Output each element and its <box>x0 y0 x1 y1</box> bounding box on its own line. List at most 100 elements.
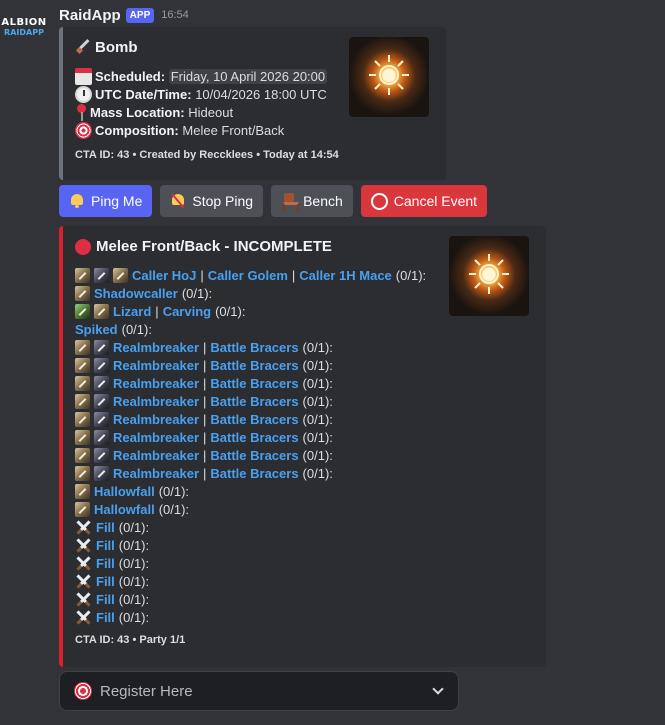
role-link[interactable]: Hallowfall <box>94 502 155 517</box>
role-link[interactable]: Caller Golem <box>208 268 288 283</box>
app-name[interactable]: RaidApp <box>59 7 121 24</box>
calendar-icon <box>75 67 92 85</box>
role-count: (0/1): <box>158 483 190 499</box>
separator: | <box>200 267 204 283</box>
role-link[interactable]: Realmbreaker <box>113 376 199 391</box>
role-link[interactable]: Fill <box>96 610 115 625</box>
ping-me-label: Ping Me <box>91 193 143 209</box>
cancel-event-button[interactable]: Cancel Event <box>360 185 488 217</box>
role-link[interactable]: Battle Bracers <box>210 394 298 409</box>
cta-id: CTA ID: 43 <box>75 149 130 161</box>
role-row: Realmbreaker | Battle Bracers (0/1): <box>75 338 333 356</box>
role-link[interactable]: Fill <box>96 520 115 535</box>
role-row: Hallowfall (0/1): <box>75 482 189 500</box>
avatar-text-top: ALBION <box>1 16 47 28</box>
item-icon <box>94 375 109 391</box>
pin-icon <box>75 103 87 121</box>
field-scheduled: Scheduled: Friday, 10 April 2026 20:00 <box>75 67 328 85</box>
role-link[interactable]: Hallowfall <box>94 484 155 499</box>
role-link[interactable]: Realmbreaker <box>113 394 199 409</box>
app-avatar[interactable]: ALBION RAIDAPP <box>1 14 47 40</box>
role-link[interactable]: Fill <box>96 574 115 589</box>
role-link[interactable]: Shadowcaller <box>94 286 178 301</box>
created-by: Created by Reccklees <box>139 149 254 161</box>
field-utc: UTC Date/Time: 10/04/2026 18:00 UTC <box>75 85 327 103</box>
field-composition: Composition: Melee Front/Back <box>75 121 284 139</box>
role-link[interactable]: Battle Bracers <box>210 358 298 373</box>
item-icon <box>94 447 109 463</box>
role-link[interactable]: Carving <box>163 304 211 319</box>
role-count: (0/1): <box>118 519 150 535</box>
event-title-text: Bomb <box>95 39 138 56</box>
role-link[interactable]: Fill <box>96 592 115 607</box>
field-label: Mass Location: <box>90 104 185 120</box>
role-row: Realmbreaker | Battle Bracers (0/1): <box>75 428 333 446</box>
item-icon <box>75 465 90 481</box>
clock-icon <box>75 85 92 103</box>
message-header: RaidApp APP 16:54 <box>59 5 189 25</box>
register-select[interactable]: Register Here <box>59 671 459 711</box>
role-row: Spiked (0/1): <box>75 320 152 338</box>
ping-me-button[interactable]: Ping Me <box>59 185 153 217</box>
cancel-event-label: Cancel Event <box>393 193 478 209</box>
event-thumbnail[interactable] <box>349 37 429 117</box>
role-link[interactable]: Battle Bracers <box>210 340 298 355</box>
role-link[interactable]: Spiked <box>75 322 118 337</box>
composition-embed: Melee Front/Back - INCOMPLETE Caller HoJ… <box>59 226 546 667</box>
role-count: (0/1): <box>181 285 213 301</box>
bench-button[interactable]: Bench <box>271 185 353 217</box>
role-link[interactable]: Caller HoJ <box>132 268 196 283</box>
item-icon <box>75 357 90 373</box>
role-link[interactable]: Battle Bracers <box>210 430 298 445</box>
item-icon <box>75 483 90 499</box>
role-count: (0/1): <box>215 303 246 319</box>
role-count: (0/1): <box>302 465 333 481</box>
role-link[interactable]: Battle Bracers <box>210 376 298 391</box>
role-link[interactable]: Realmbreaker <box>113 412 199 427</box>
stop-ping-button[interactable]: Stop Ping <box>160 185 264 217</box>
role-count: (0/1): <box>118 591 150 607</box>
composition-title-text: Melee Front/Back - INCOMPLETE <box>96 238 332 255</box>
crossed-swords-icon <box>75 573 92 590</box>
message-timestamp: 16:54 <box>161 9 189 21</box>
role-link[interactable]: Realmbreaker <box>113 340 199 355</box>
bell-icon <box>69 193 85 209</box>
role-link[interactable]: Realmbreaker <box>113 430 199 445</box>
dagger-icon <box>75 39 92 56</box>
separator: | <box>291 267 296 283</box>
app-tag: APP <box>125 7 155 23</box>
role-count: (0/1): <box>302 339 333 355</box>
separator: | <box>203 393 207 409</box>
item-icon <box>94 393 109 409</box>
role-link[interactable]: Realmbreaker <box>113 466 199 481</box>
role-row: Lizard | Carving (0/1): <box>75 302 245 320</box>
item-icon <box>75 501 90 517</box>
sun-emblem-icon <box>469 254 509 294</box>
role-link[interactable]: Battle Bracers <box>210 448 298 463</box>
role-link[interactable]: Realmbreaker <box>113 358 199 373</box>
role-row: Realmbreaker | Battle Bracers (0/1): <box>75 392 333 410</box>
target-icon <box>75 121 92 139</box>
role-link[interactable]: Fill <box>96 538 115 553</box>
role-link[interactable]: Battle Bracers <box>210 466 298 481</box>
field-location: Mass Location: Hideout <box>75 103 233 121</box>
composition-title: Melee Front/Back - INCOMPLETE <box>75 238 332 255</box>
role-link[interactable]: Battle Bracers <box>210 412 298 427</box>
role-link[interactable]: Caller 1H Mace <box>299 268 392 283</box>
separator: | <box>203 447 207 463</box>
role-link[interactable]: Lizard <box>113 304 151 319</box>
role-row: Realmbreaker | Battle Bracers (0/1): <box>75 374 333 392</box>
cta-id: CTA ID: 43 <box>75 634 130 646</box>
role-link[interactable]: Realmbreaker <box>113 448 199 463</box>
composition-thumbnail[interactable] <box>449 236 529 316</box>
role-link[interactable]: Fill <box>96 556 115 571</box>
role-count: (0/1): <box>302 411 333 427</box>
item-icon <box>113 267 128 283</box>
role-count: (0/1): <box>118 609 150 625</box>
role-row: Fill (0/1): <box>75 518 149 536</box>
event-title: Bomb <box>75 39 138 56</box>
scheduled-value[interactable]: Friday, 10 April 2026 20:00 <box>168 68 328 84</box>
item-icon <box>75 429 90 445</box>
crossed-swords-icon <box>75 537 92 554</box>
location-value: Hideout <box>188 104 234 120</box>
